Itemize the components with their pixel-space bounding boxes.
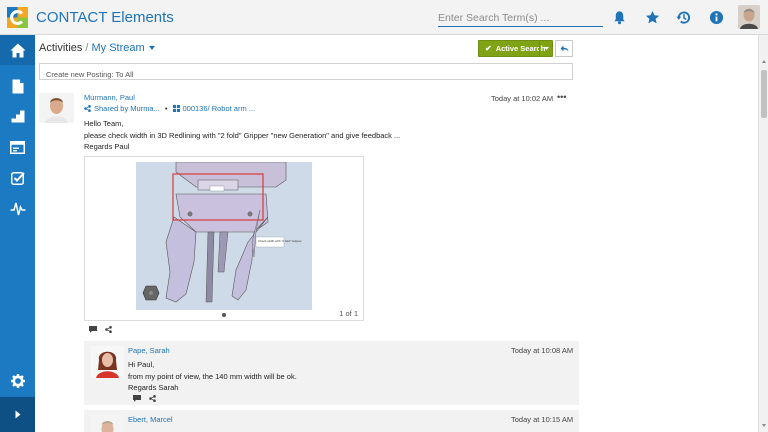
main-content: Activities/My Stream ✔ Active Search Mur… <box>35 35 758 432</box>
back-button[interactable] <box>555 40 573 57</box>
steps-icon <box>11 110 24 122</box>
settings-icon <box>10 374 25 388</box>
document-icon <box>12 79 23 93</box>
comment: Pape, Sarah Today at 10:08 AM Hi Paul, f… <box>84 341 579 405</box>
comment-line: Hi Paul, <box>128 360 155 369</box>
carousel-indicator[interactable] <box>222 313 226 317</box>
active-search-button[interactable]: ✔ Active Search <box>478 40 553 57</box>
share-icon[interactable] <box>149 395 156 402</box>
post-line: Hello Team, <box>84 119 124 128</box>
breadcrumb-activities[interactable]: Activities <box>39 42 82 54</box>
home-icon <box>10 43 25 57</box>
sidebar-item-home[interactable] <box>0 35 35 65</box>
redlining-image[interactable]: Check width with "2 fold" Gripper <box>136 162 312 310</box>
sidebar-item-activity[interactable] <box>0 194 35 224</box>
sidebar-item-settings[interactable] <box>0 366 35 396</box>
comment-timestamp: Today at 10:08 AM <box>511 346 574 355</box>
comment-icon[interactable] <box>133 395 141 402</box>
search-field[interactable] <box>438 8 603 27</box>
sidebar-item-tasks[interactable] <box>0 163 35 193</box>
comment-actions <box>133 395 156 402</box>
post-actions <box>89 326 112 333</box>
scrollbar-thumb[interactable] <box>761 70 767 118</box>
shared-by-link[interactable]: Shared by Murma... <box>94 104 160 113</box>
avatar[interactable] <box>91 346 124 378</box>
share-icon[interactable] <box>105 326 112 333</box>
more-options-button[interactable]: ••• <box>557 92 566 102</box>
scroll-down-arrow[interactable] <box>762 424 766 427</box>
history-icon[interactable] <box>676 10 691 25</box>
image-pager: 1 of 1 <box>339 309 358 318</box>
user-avatar[interactable] <box>738 5 760 29</box>
reply-icon <box>560 45 568 52</box>
chevron-down-icon[interactable] <box>148 46 155 51</box>
post-line: please check width in 3D Redlining with … <box>84 130 401 140</box>
info-icon[interactable] <box>709 10 724 25</box>
active-search-label: Active Search <box>495 44 546 53</box>
avatar[interactable] <box>39 93 74 123</box>
sidebar-item-documents[interactable] <box>0 71 35 101</box>
breadcrumb-separator: / <box>85 42 89 54</box>
new-posting-input[interactable] <box>40 67 572 82</box>
post-meta: Shared by Murma... • 000136/ Robot arm ..… <box>84 104 255 113</box>
bell-icon[interactable] <box>612 10 627 25</box>
task-icon <box>10 172 25 185</box>
comment-timestamp: Today at 10:15 AM <box>511 415 574 424</box>
comment-author[interactable]: Pape, Sarah <box>128 346 170 355</box>
search-input[interactable] <box>438 9 603 27</box>
check-icon: ✔ <box>485 44 492 53</box>
star-icon[interactable] <box>645 10 660 25</box>
app-title[interactable]: CONTACT Elements <box>36 9 174 26</box>
post-timestamp: Today at 10:02 AM <box>491 94 554 103</box>
post-author[interactable]: Murmann, Paul <box>84 93 135 102</box>
sidebar-item-steps[interactable] <box>0 101 35 131</box>
reference-link[interactable]: 000136/ Robot arm ... <box>183 104 256 113</box>
sidebar-item-cards[interactable] <box>0 132 35 162</box>
avatar[interactable] <box>91 415 124 432</box>
top-bar: CONTACT Elements <box>0 0 768 35</box>
comment: Ebert, Marcel Today at 10:15 AM <box>84 410 579 432</box>
comment-body: Hi Paul, from my point of view, the 140 … <box>128 359 297 394</box>
scroll-up-arrow[interactable] <box>762 60 766 63</box>
post-body: Hello Team, please check width in 3D Red… <box>84 118 400 153</box>
comment-author[interactable]: Ebert, Marcel <box>128 415 173 424</box>
app-logo[interactable] <box>7 7 28 28</box>
grid-icon <box>172 105 180 112</box>
nut-part <box>142 285 160 301</box>
image-carousel[interactable]: Check width with "2 fold" Gripper 1 of 1 <box>84 156 364 321</box>
sidebar <box>0 35 35 432</box>
card-icon <box>10 140 25 154</box>
expand-icon <box>15 410 20 419</box>
chevron-down-icon <box>543 47 549 50</box>
sidebar-expand-button[interactable] <box>0 397 35 432</box>
active-search-dropdown[interactable] <box>539 41 552 56</box>
redline-annotation: Check width with "2 fold" Gripper <box>258 239 302 243</box>
meta-separator: • <box>164 104 168 113</box>
comment-line: from my point of view, the 140 mm width … <box>128 371 297 381</box>
comment-icon[interactable] <box>89 326 97 333</box>
stream-selector[interactable]: My Stream <box>91 42 144 54</box>
new-posting-field[interactable] <box>39 63 573 82</box>
activity-icon <box>10 202 25 216</box>
breadcrumb: Activities / My Stream <box>39 42 155 54</box>
vertical-scrollbar[interactable] <box>758 35 768 432</box>
share-icon <box>84 105 91 112</box>
post-line: Regards Paul <box>84 142 130 151</box>
comment-line: Regards Sarah <box>128 383 179 392</box>
